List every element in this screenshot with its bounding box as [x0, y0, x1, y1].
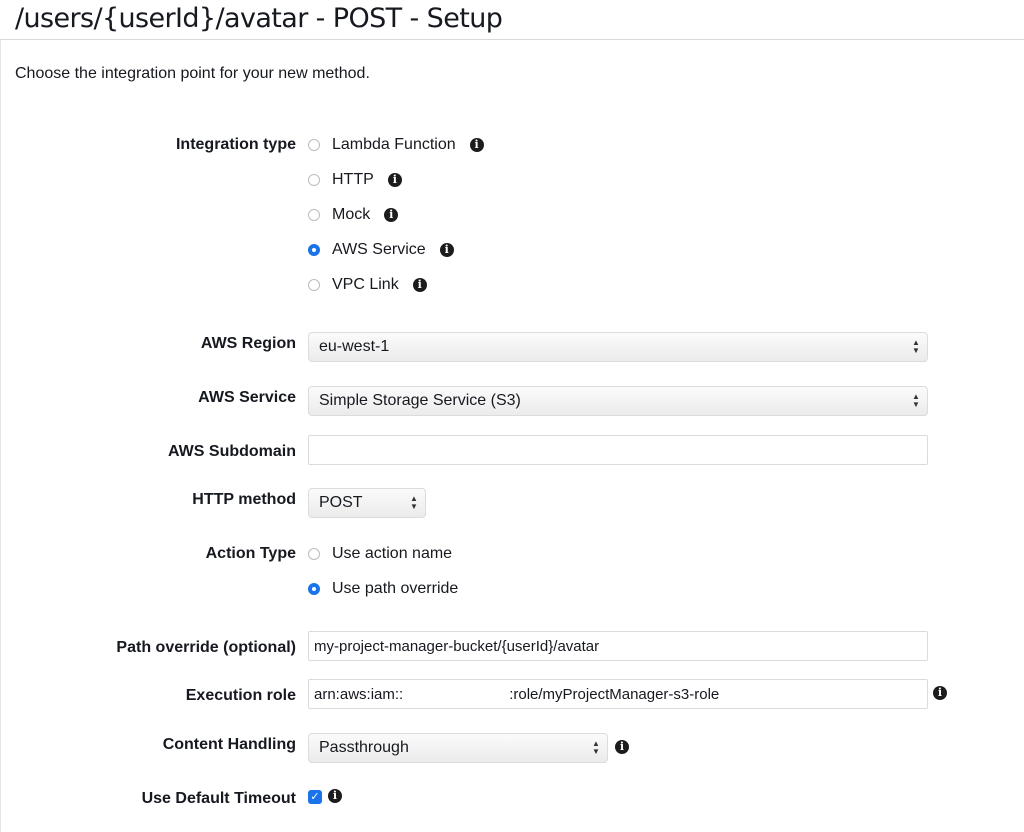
- radio-button[interactable]: [308, 548, 320, 560]
- aws-service-label: AWS Service: [198, 389, 296, 406]
- select-value: POST: [319, 494, 363, 511]
- title-divider: [0, 39, 1024, 40]
- radio-label: HTTP: [332, 171, 374, 188]
- check-icon: ✓: [310, 791, 320, 803]
- radio-use-path-override[interactable]: Use path override: [308, 579, 458, 599]
- radio-label: Use path override: [332, 580, 459, 597]
- info-icon[interactable]: i: [469, 138, 484, 152]
- aws-subdomain-label: AWS Subdomain: [168, 443, 296, 460]
- radio-button[interactable]: [308, 244, 320, 256]
- page-subtitle: Choose the integration point for your ne…: [15, 65, 370, 82]
- radio-use-action-name[interactable]: Use action name: [308, 544, 452, 564]
- radio-aws-service[interactable]: AWS Service i: [308, 240, 454, 260]
- execution-role-value-prefix: arn:aws:iam::: [314, 685, 404, 703]
- execution-role-label: Execution role: [185, 687, 296, 704]
- up-down-chevron-icon: ▲ ▼: [410, 494, 418, 511]
- radio-mock[interactable]: Mock i: [308, 205, 399, 225]
- radio-label: VPC Link: [332, 276, 399, 293]
- radio-button[interactable]: [308, 279, 320, 291]
- radio-label: Mock: [332, 206, 371, 223]
- info-icon[interactable]: i: [384, 208, 399, 222]
- info-icon[interactable]: i: [933, 686, 947, 700]
- http-method-label: HTTP method: [192, 491, 296, 508]
- aws-service-select[interactable]: Simple Storage Service (S3) ▲ ▼: [308, 386, 928, 416]
- path-override-input[interactable]: my-project-manager-bucket/{userId}/avata…: [308, 631, 928, 661]
- action-type-label: Action Type: [205, 545, 296, 562]
- panel-left-border: [0, 40, 1, 832]
- radio-button[interactable]: [308, 139, 320, 151]
- http-method-select[interactable]: POST ▲ ▼: [308, 488, 426, 518]
- execution-role-input[interactable]: arn:aws:iam:: :role/myProjectManager-s3-…: [308, 679, 928, 709]
- path-override-label: Path override (optional): [116, 639, 296, 656]
- select-value: Passthrough: [319, 739, 409, 756]
- redacted-account-id: [404, 683, 509, 705]
- radio-button[interactable]: [308, 583, 320, 595]
- radio-lambda-function[interactable]: Lambda Function i: [308, 135, 484, 155]
- aws-region-select[interactable]: eu-west-1 ▲ ▼: [308, 332, 928, 362]
- select-value: eu-west-1: [319, 338, 390, 355]
- content-handling-label: Content Handling: [162, 736, 296, 753]
- info-icon[interactable]: i: [328, 789, 342, 803]
- aws-subdomain-input[interactable]: [308, 435, 928, 465]
- page-title: /users/{userId}/avatar - POST - Setup: [15, 3, 503, 34]
- radio-label: Lambda Function: [332, 136, 456, 153]
- up-down-chevron-icon: ▲ ▼: [912, 392, 920, 409]
- radio-label: AWS Service: [332, 241, 426, 258]
- execution-role-value-suffix: :role/myProjectManager-s3-role: [509, 685, 720, 703]
- default-timeout-label: Use Default Timeout: [141, 790, 296, 807]
- info-icon[interactable]: i: [387, 173, 402, 187]
- radio-button[interactable]: [308, 174, 320, 186]
- info-icon[interactable]: i: [412, 278, 427, 292]
- info-icon[interactable]: i: [439, 243, 454, 257]
- up-down-chevron-icon: ▲ ▼: [592, 739, 600, 756]
- default-timeout-checkbox[interactable]: ✓: [308, 790, 322, 804]
- radio-button[interactable]: [308, 209, 320, 221]
- radio-http[interactable]: HTTP i: [308, 170, 402, 190]
- radio-label: Use action name: [332, 545, 453, 562]
- select-value: Simple Storage Service (S3): [319, 392, 521, 409]
- content-handling-select[interactable]: Passthrough ▲ ▼: [308, 733, 608, 763]
- integration-type-label: Integration type: [175, 136, 296, 153]
- up-down-chevron-icon: ▲ ▼: [912, 338, 920, 355]
- aws-region-label: AWS Region: [200, 335, 296, 352]
- radio-vpc-link[interactable]: VPC Link i: [308, 275, 427, 295]
- info-icon[interactable]: i: [615, 740, 629, 754]
